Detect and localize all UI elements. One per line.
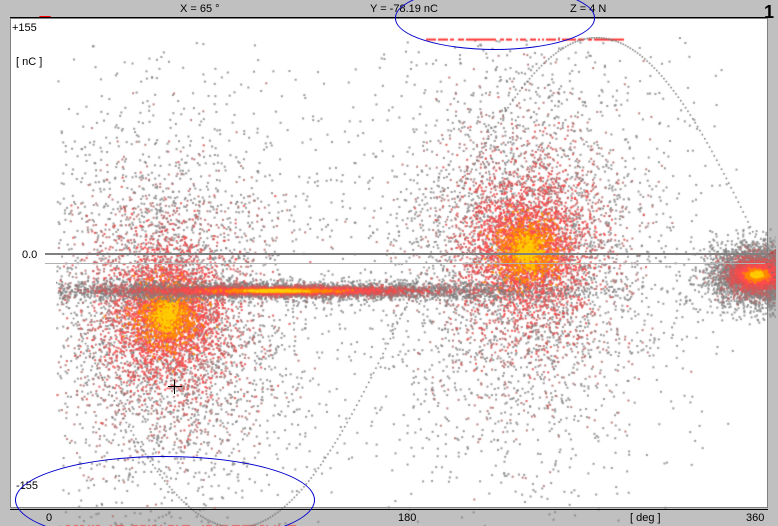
chart-container: X = 65 ° Y = -78.19 nC Z = 4 N 1 +155 [ … xyxy=(0,0,778,526)
zero-line-secondary xyxy=(45,263,765,264)
zero-line xyxy=(45,253,765,255)
x-tick-180: 180 xyxy=(398,512,416,524)
y-max-label: +155 xyxy=(12,22,37,34)
x-readout: X = 65 ° xyxy=(180,3,220,15)
y-zero-label: 0.0 xyxy=(22,249,37,261)
x-tick-360: 360 xyxy=(746,512,764,524)
density-scatter xyxy=(56,37,776,526)
x-unit-label: [ deg ] xyxy=(630,512,661,524)
y-unit-label: [ nC ] xyxy=(16,56,42,68)
